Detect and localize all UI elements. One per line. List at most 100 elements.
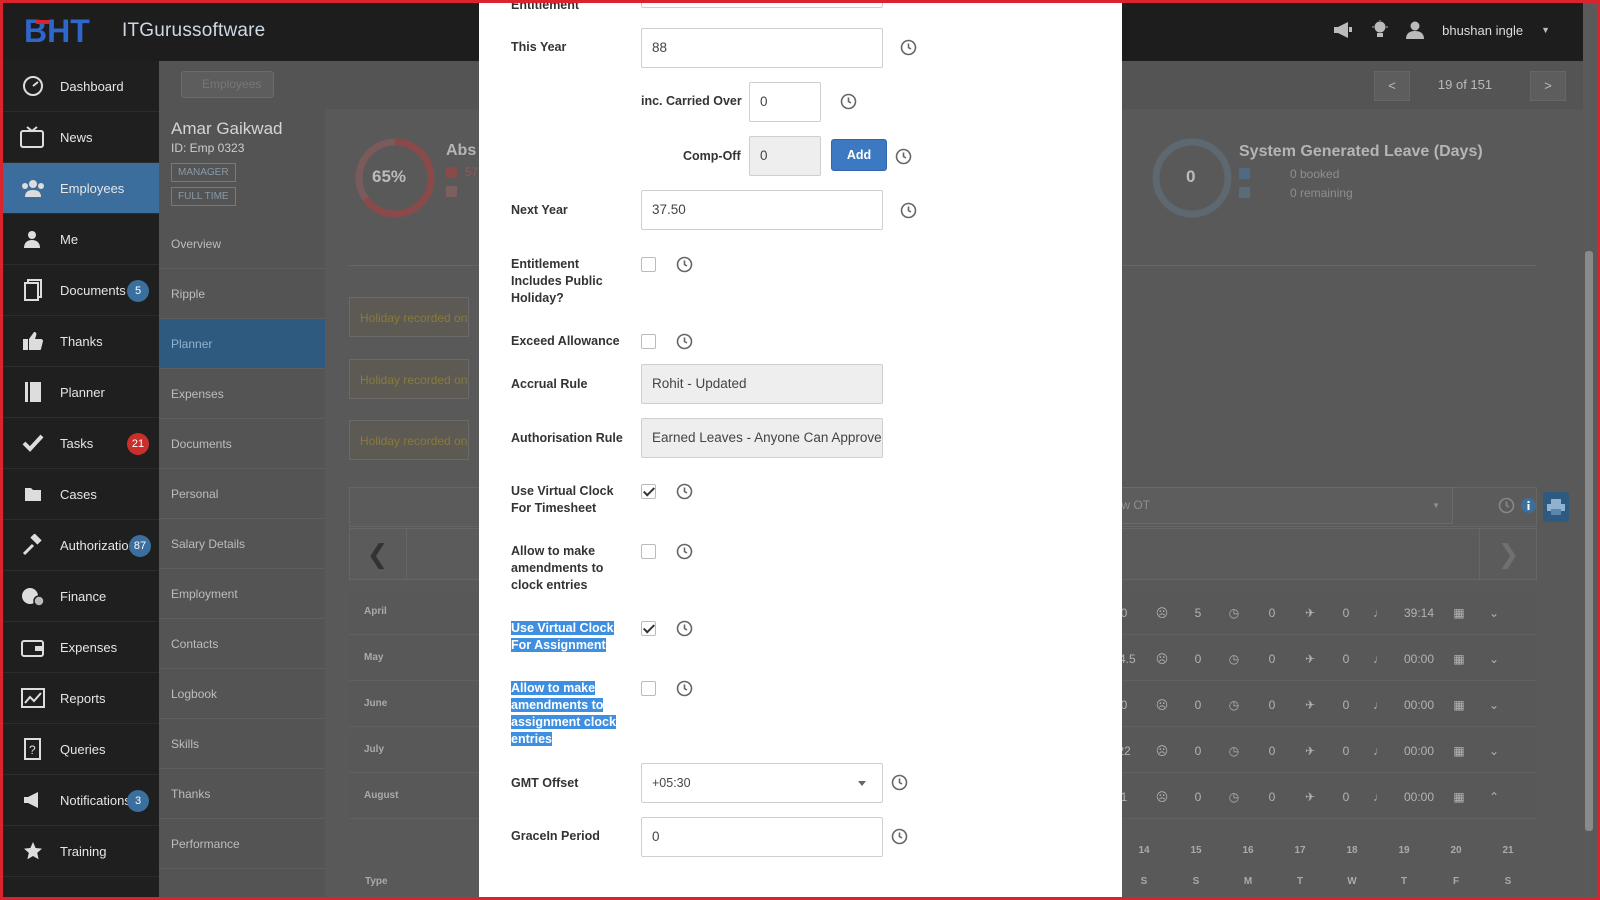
sidebar-item-me[interactable]: Me <box>0 214 159 265</box>
breadcrumb[interactable]: Employees <box>181 71 275 98</box>
clock-icon[interactable] <box>676 333 693 350</box>
authorisation-rule-field[interactable]: Earned Leaves - Anyone Can Approve <box>641 418 883 458</box>
sidebar-item-label: Cases <box>60 486 97 502</box>
add-comp-off-button[interactable]: Add <box>831 139 887 171</box>
employee-name: Amar Gaikwad <box>171 119 283 138</box>
subnav-logbook[interactable]: Logbook <box>159 669 325 719</box>
employee-subnav: Overview Ripple Planner Expenses Documen… <box>159 219 325 869</box>
clock-icon[interactable] <box>891 774 908 791</box>
carried-over-input[interactable]: 0 <box>749 82 821 122</box>
sidebar-item-cases[interactable]: Cases <box>0 469 159 520</box>
clock-icon[interactable] <box>1498 497 1515 514</box>
sidebar-item-employees[interactable]: Employees <box>0 163 159 214</box>
page-scrollbar[interactable] <box>1583 3 1597 897</box>
sidebar-item-training[interactable]: Training <box>0 826 159 877</box>
subnav-documents[interactable]: Documents <box>159 419 325 469</box>
subnav-employment[interactable]: Employment <box>159 569 325 619</box>
user-name[interactable]: bhushan ingle <box>1442 23 1523 38</box>
subnav-planner[interactable]: Planner <box>159 319 325 369</box>
clock-icon[interactable] <box>900 202 917 219</box>
subnav-performance[interactable]: Performance <box>159 819 325 869</box>
clock-icon[interactable] <box>676 256 693 273</box>
comp-off-input[interactable]: 0 <box>749 136 821 176</box>
clock-icon[interactable] <box>676 543 693 560</box>
subnav-ripple[interactable]: Ripple <box>159 269 325 319</box>
holiday-note: Holiday recorded on <box>349 420 469 460</box>
clock-icon[interactable] <box>676 483 693 500</box>
sidebar-item-authorizations[interactable]: Authorizations 87 <box>0 520 159 571</box>
pager-prev-button[interactable]: < <box>1374 71 1410 101</box>
sidebar-item-planner[interactable]: Planner <box>0 367 159 418</box>
sidebar-item-label: Reports <box>60 690 106 706</box>
sidebar-item-label: Expenses <box>60 639 118 655</box>
subnav-overview[interactable]: Overview <box>159 219 325 269</box>
clock-icon[interactable] <box>900 39 917 56</box>
absence-title: Abs <box>446 142 477 159</box>
employee-id: ID: Emp 0323 <box>171 141 245 155</box>
subnav-personal[interactable]: Personal <box>159 469 325 519</box>
public-holiday-label: Entitlement Includes Public Holiday? <box>511 257 603 305</box>
sidebar-item-expenses[interactable]: Expenses <box>0 622 159 673</box>
sidebar-item-documents[interactable]: Documents 5 <box>0 265 159 316</box>
scrollbar-thumb[interactable] <box>1585 251 1593 831</box>
prev-month-button[interactable]: ❮ <box>349 528 407 580</box>
subnav-contacts[interactable]: Contacts <box>159 619 325 669</box>
sidebar-item-finance[interactable]: Finance <box>0 571 159 622</box>
clock-icon[interactable] <box>891 828 908 845</box>
sidebar-item-thanks[interactable]: Thanks <box>0 316 159 367</box>
virtual-clock-timesheet-checkbox[interactable] <box>641 484 656 499</box>
planner-icon <box>20 381 46 403</box>
this-year-input[interactable]: 88 <box>641 28 883 68</box>
legend-swatch <box>446 186 457 197</box>
next-year-label: Next Year <box>511 203 568 217</box>
role-tag: MANAGER <box>171 163 236 182</box>
subnav-skills[interactable]: Skills <box>159 719 325 769</box>
accrual-rule-field[interactable]: Rohit - Updated <box>641 364 883 404</box>
gmt-offset-select[interactable]: +05:30 <box>641 763 883 803</box>
amend-assignment-entries-label: Allow to make amendments to assignment c… <box>511 681 616 746</box>
entitlement-input[interactable] <box>641 0 883 8</box>
brand-name[interactable]: ITGurussoftware <box>122 20 265 42</box>
sidebar-item-dashboard[interactable]: Dashboard <box>0 61 159 112</box>
ot-select[interactable]: New OT ▼ <box>1103 487 1453 524</box>
grace-period-input[interactable]: 0 <box>641 817 883 857</box>
holiday-note: Holiday recorded on <box>349 297 469 337</box>
clock-icon[interactable] <box>676 680 693 697</box>
grace-period-label: GraceIn Period <box>511 829 600 843</box>
exceed-allowance-checkbox[interactable] <box>641 334 656 349</box>
pager-next-button[interactable]: > <box>1530 71 1566 101</box>
next-year-input[interactable]: 37.50 <box>641 190 883 230</box>
amend-clock-entries-checkbox[interactable] <box>641 544 656 559</box>
thumbs-up-icon <box>20 330 46 352</box>
lightbulb-icon[interactable] <box>1372 20 1389 40</box>
print-button[interactable] <box>1543 492 1569 522</box>
subnav-expenses[interactable]: Expenses <box>159 369 325 419</box>
sidebar-item-label: Thanks <box>60 333 103 349</box>
people-icon <box>20 177 46 199</box>
day-numbers: 14 15 16 17 18 19 20 21 <box>1138 845 1514 856</box>
sidebar-item-notifications[interactable]: Notifications 3 <box>0 775 159 826</box>
subnav-salary-details[interactable]: Salary Details <box>159 519 325 569</box>
tasks-badge: 21 <box>127 433 149 455</box>
megaphone-icon[interactable] <box>1332 21 1354 39</box>
june-summary: 0 ☹ 0 ◷ 0 ✈ 0 ♩ 00:00 ▦ ⌄ <box>1120 698 1500 712</box>
clock-icon[interactable] <box>840 93 857 110</box>
subnav-thanks[interactable]: Thanks <box>159 769 325 819</box>
sidebar-item-tasks[interactable]: Tasks 21 <box>0 418 159 469</box>
amend-assignment-entries-checkbox[interactable] <box>641 681 656 696</box>
info-icon[interactable] <box>1520 497 1537 514</box>
clock-icon[interactable] <box>676 620 693 637</box>
sidebar-item-reports[interactable]: Reports <box>0 673 159 724</box>
public-holiday-checkbox[interactable] <box>641 257 656 272</box>
next-month-button[interactable]: ❯ <box>1479 528 1537 580</box>
chevron-down-icon[interactable]: ▼ <box>1541 25 1550 35</box>
sidebar-item-label: Finance <box>60 588 107 604</box>
sidebar-item-queries[interactable]: ? Queries <box>0 724 159 775</box>
virtual-clock-assignment-checkbox[interactable] <box>641 621 656 636</box>
august-summary: 1 ☹ 0 ◷ 0 ✈ 0 ♩ 00:00 ▦ ⌃ <box>1120 790 1500 804</box>
carried-over-label: inc. Carried Over <box>641 94 742 108</box>
clock-icon[interactable] <box>895 148 912 165</box>
user-avatar-icon[interactable] <box>1406 21 1425 39</box>
printer-icon <box>1547 499 1565 515</box>
sidebar-item-news[interactable]: News <box>0 112 159 163</box>
